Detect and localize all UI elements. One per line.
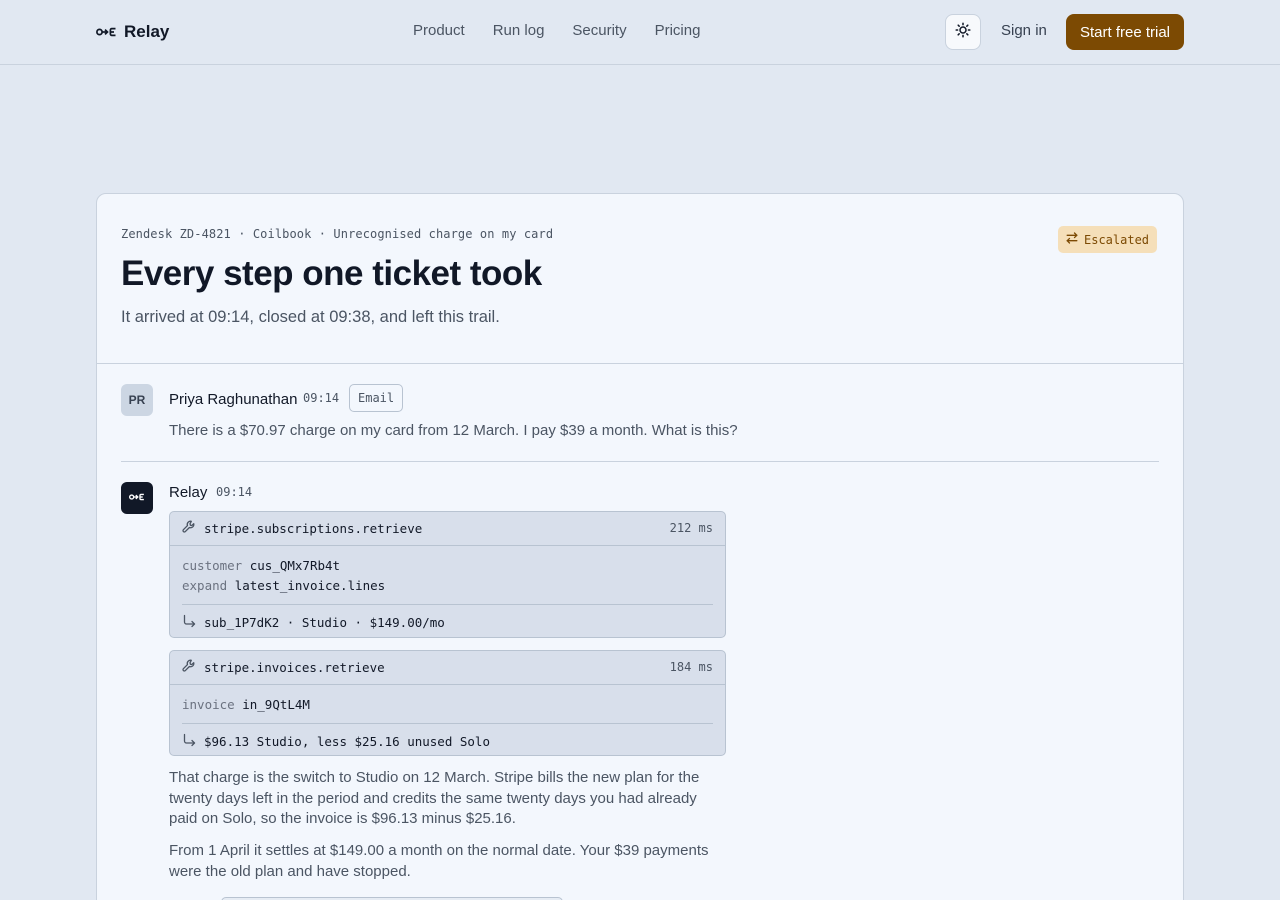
tool-call[interactable]: stripe.subscriptions.retrieve 212 ms cus… [169,511,726,638]
nav-link-product[interactable]: Product [413,22,465,39]
tool-arg-value: latest_invoice.lines [234,578,386,593]
status-badge-label: Escalated [1084,232,1150,247]
nav-link-run-log[interactable]: Run log [493,22,545,39]
return-arrow-icon [182,733,196,750]
tool-arg-key: customer [182,558,243,573]
tool-arg-key: invoice [182,697,235,712]
primary-nav: Product Run log Security Pricing [413,22,700,39]
relay-logo-icon [129,489,145,507]
ticket-meta: Zendesk ZD-4821 · Coilbook · Unrecognise… [121,227,554,241]
nav-link-pricing[interactable]: Pricing [655,22,701,39]
return-arrow-icon [182,614,196,631]
tool-arg-value: in_9QtL4M [242,697,310,712]
wrench-icon [182,520,196,537]
sun-icon [955,21,971,43]
tool-call-header: stripe.invoices.retrieve 184 ms [170,651,725,685]
tool-result: $96.13 Studio, less $25.16 unused Solo [170,724,725,755]
page-subtitle: It arrived at 09:14, closed at 09:38, an… [121,308,500,326]
tool-arg-value: cus_QMx7Rb4t [249,558,341,573]
message-time: 09:14 [216,485,253,499]
brand[interactable]: Relay [96,20,169,44]
tool-arg: invoice in_9QtL4M [182,695,713,715]
sign-in-link[interactable]: Sign in [1001,22,1047,39]
status-badge: Escalated [1058,226,1158,253]
top-nav: Relay Product Run log Security Pricing S… [0,0,1280,65]
tool-arg: expand latest_invoice.lines [182,576,713,596]
tool-result: sub_1P7dK2 · Studio · $149.00/mo [170,605,725,637]
avatar [121,482,153,514]
tool-duration: 212 ms [669,521,713,535]
tool-arguments: invoice in_9QtL4M [170,685,725,723]
relay-logo-icon [96,26,117,38]
message-sender: Priya Raghunathan [169,391,298,408]
tool-name: stripe.subscriptions.retrieve [204,521,423,536]
page-title: Every step one ticket took [121,254,542,293]
tool-result-text: sub_1P7dK2 · Studio · $149.00/mo [204,614,445,630]
message-sender: Relay [169,484,208,501]
nav-link-security[interactable]: Security [572,22,626,39]
tool-result-text: $96.13 Studio, less $25.16 unused Solo [204,733,490,749]
wrench-icon [182,659,196,676]
message-paragraph: That charge is the switch to Studio on 1… [169,769,700,827]
theme-toggle-button[interactable] [945,14,981,50]
tool-arg: customer cus_QMx7Rb4t [182,556,713,576]
avatar: PR [121,384,153,416]
tool-arg-key: expand [182,578,228,593]
message-customer: PR Priya Raghunathan 09:14 Email There i… [121,384,1161,444]
brand-name: Relay [124,22,170,41]
channel-badge: Email [349,384,404,412]
tool-call[interactable]: stripe.invoices.retrieve 184 ms invoice … [169,650,726,756]
tool-name: stripe.invoices.retrieve [204,660,385,675]
ticket-header: Zendesk ZD-4821 · Coilbook · Unrecognise… [97,194,1183,364]
message-paragraph: From 1 April it settles at $149.00 a mon… [169,842,709,880]
message-divider [121,461,1159,462]
tool-call-header: stripe.subscriptions.retrieve 212 ms [170,512,725,546]
swap-arrows-icon [1066,232,1078,247]
message-text: There is a $70.97 charge on my card from… [169,422,738,439]
start-free-trial-button[interactable]: Start free trial [1066,14,1184,50]
tool-arguments: customer cus_QMx7Rb4t expand latest_invo… [170,546,725,604]
message-time: 09:14 [303,391,340,405]
tool-duration: 184 ms [669,660,713,674]
